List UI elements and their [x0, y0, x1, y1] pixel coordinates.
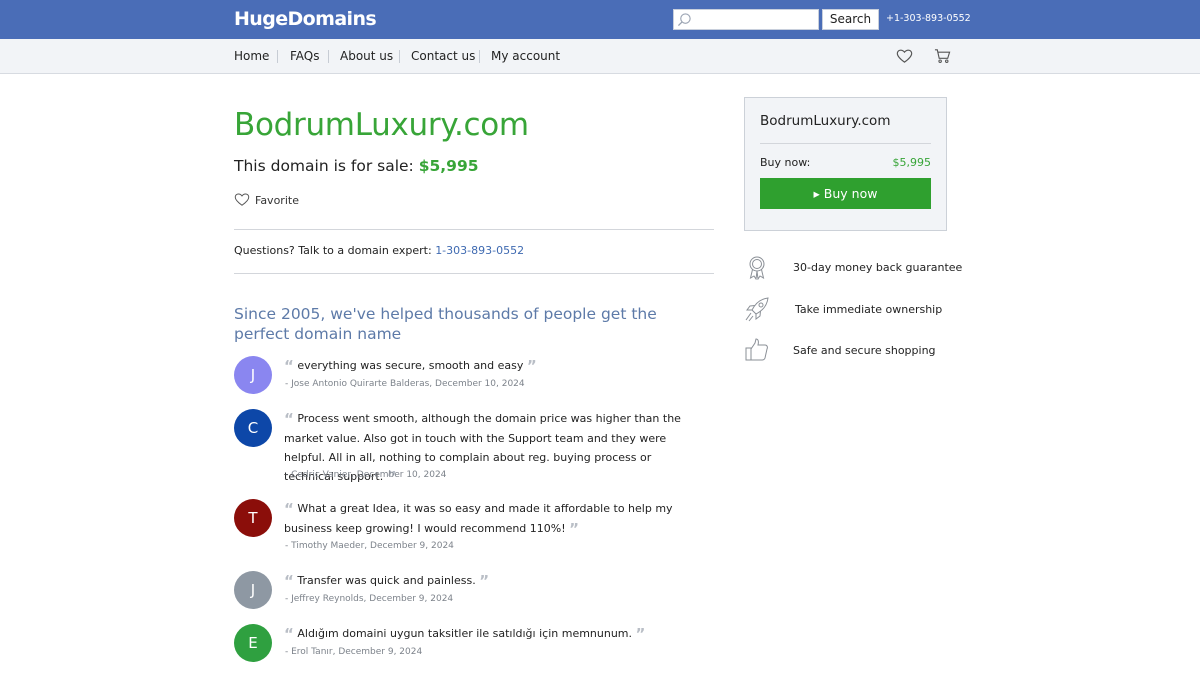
avatar: E — [234, 624, 272, 662]
close-quote-icon: ” — [569, 520, 580, 538]
favorite-label: Favorite — [255, 194, 299, 207]
open-quote-icon: “ — [284, 625, 294, 643]
expert-phone-link[interactable]: 1-303-893-0552 — [435, 244, 524, 257]
nav-bar: Home FAQs About us Contact us My account — [0, 39, 1200, 74]
favorite-button[interactable]: Favorite — [234, 192, 299, 207]
divider — [760, 143, 931, 144]
open-quote-icon: “ — [284, 357, 294, 375]
search-input[interactable] — [673, 9, 819, 30]
questions-line: Questions? Talk to a domain expert: 1-30… — [234, 244, 524, 257]
nav-contact-us[interactable]: Contact us — [411, 49, 475, 63]
top-header-bar: HugeDomains Search +1-303-893-0552 — [0, 0, 1200, 39]
review-text-block: “ Transfer was quick and painless. ” — [284, 571, 724, 591]
review-author: - Jose Antonio Quirarte Balderas, Decemb… — [285, 379, 525, 389]
open-quote-icon: “ — [284, 500, 294, 518]
close-quote-icon: ” — [635, 625, 646, 643]
open-quote-icon: “ — [284, 572, 294, 590]
thumbs-up-icon — [745, 338, 768, 361]
avatar: J — [234, 356, 272, 394]
review-text: everything was secure, smooth and easy — [297, 359, 524, 372]
cart-icon[interactable] — [934, 48, 951, 64]
site-logo[interactable]: HugeDomains — [234, 8, 377, 30]
avatar: J — [234, 571, 272, 609]
review-author: - Cedric Vanier, December 10, 2024 — [285, 470, 447, 480]
heart-icon — [234, 193, 250, 206]
rocket-icon — [745, 297, 769, 322]
review-text: Transfer was quick and painless. — [297, 574, 476, 587]
close-quote-icon: ” — [479, 572, 490, 590]
nav-my-account[interactable]: My account — [491, 49, 560, 63]
buy-box: BodrumLuxury.com Buy now: $5,995 ▸ Buy n… — [744, 97, 947, 231]
box-domain-name: BodrumLuxury.com — [760, 113, 891, 129]
review-author: - Jeffrey Reynolds, December 9, 2024 — [285, 594, 454, 604]
review-author: - Timothy Maeder, December 9, 2024 — [285, 541, 454, 551]
open-quote-icon: “ — [284, 410, 294, 428]
nav-about-us[interactable]: About us — [340, 49, 393, 63]
sale-price: $5,995 — [418, 157, 479, 175]
feature-text: Take immediate ownership — [795, 303, 943, 316]
search-button[interactable]: Search — [822, 9, 879, 30]
heart-icon[interactable] — [896, 48, 913, 64]
domain-title: BodrumLuxury.com — [234, 107, 529, 143]
sale-text: This domain is for sale: — [234, 157, 414, 175]
buy-now-button[interactable]: ▸ Buy now — [760, 178, 931, 209]
nav-separator — [399, 50, 400, 63]
review-text-block: “ What a great Idea, it was so easy and … — [284, 499, 714, 539]
divider — [234, 229, 714, 230]
nav-separator — [479, 50, 480, 63]
nav-separator — [277, 50, 278, 63]
feature-text: 30-day money back guarantee — [793, 261, 963, 274]
review-author: - Erol Tanır, December 9, 2024 — [285, 647, 423, 657]
search-icon — [677, 13, 691, 27]
close-quote-icon: ” — [526, 357, 537, 375]
feature-text: Safe and secure shopping — [793, 344, 936, 357]
avatar: T — [234, 499, 272, 537]
review-text: What a great Idea, it was so easy and ma… — [284, 502, 673, 535]
buy-now-label: Buy now: — [760, 156, 811, 169]
review-text-block: “ Aldığım domaini uygun taksitler ile sa… — [284, 624, 724, 644]
sale-line: This domain is for sale: $5,995 — [234, 157, 479, 175]
nav-separator — [328, 50, 329, 63]
questions-text: Questions? Talk to a domain expert: — [234, 244, 432, 257]
award-ribbon-icon — [749, 256, 765, 280]
testimonials-heading: Since 2005, we've helped thousands of pe… — [234, 305, 657, 343]
nav-home[interactable]: Home — [234, 49, 269, 63]
divider — [234, 273, 714, 274]
buy-now-price: $5,995 — [892, 156, 932, 169]
avatar: C — [234, 409, 272, 447]
nav-faqs[interactable]: FAQs — [290, 49, 320, 63]
review-text: Aldığım domaini uygun taksitler ile satı… — [297, 627, 633, 640]
review-text-block: “ everything was secure, smooth and easy… — [284, 356, 724, 376]
header-phone[interactable]: +1-303-893-0552 — [886, 13, 971, 24]
